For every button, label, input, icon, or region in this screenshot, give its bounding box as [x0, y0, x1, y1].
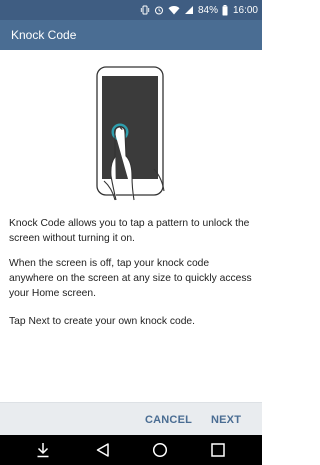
recent-apps-icon[interactable] [203, 435, 233, 465]
app-bar: Knock Code [0, 20, 262, 50]
vibrate-icon [140, 5, 150, 15]
wifi-icon [168, 5, 180, 15]
status-bar: 84% 16:00 [0, 0, 262, 20]
main-content: Knock Code allows you to tap a pattern t… [0, 50, 262, 402]
home-icon[interactable] [145, 435, 175, 465]
description-paragraph-2: When the screen is off, tap your knock c… [9, 258, 252, 299]
battery-icon [222, 4, 228, 16]
next-button[interactable]: NEXT [211, 403, 241, 436]
description-paragraph-3: Tap Next to create your own knock code. [9, 316, 196, 327]
clock: 16:00 [232, 4, 258, 16]
description-paragraph-1: Knock Code allows you to tap a pattern t… [9, 218, 250, 244]
cancel-button[interactable]: CANCEL [145, 403, 192, 436]
battery-percent: 84% [197, 4, 218, 16]
button-bar: CANCEL NEXT [0, 402, 262, 435]
navigation-bar [0, 435, 262, 465]
alarm-icon [154, 5, 164, 15]
page-title: Knock Code [11, 28, 77, 42]
back-icon[interactable] [88, 435, 118, 465]
notification-down-icon[interactable] [28, 435, 58, 465]
signal-icon [184, 5, 194, 15]
phone-tap-illustration [90, 64, 170, 204]
